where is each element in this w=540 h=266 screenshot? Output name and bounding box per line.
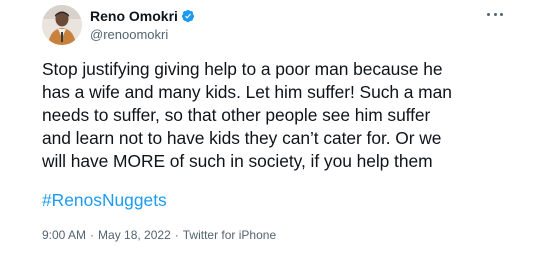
tweet-meta: 9:00 AM · May 18, 2022 · Twitter for iPh…	[42, 227, 276, 243]
avatar[interactable]	[42, 5, 82, 45]
more-dot	[493, 12, 497, 16]
tweet-date[interactable]: May 18, 2022	[98, 227, 171, 243]
meta-separator: ·	[174, 228, 179, 242]
tweet-header: Reno Omokri @renoomokri	[42, 5, 506, 45]
tweet-text: Stop justifying giving help to a poor ma…	[42, 59, 452, 171]
more-dot	[500, 12, 503, 16]
more-dot	[487, 12, 490, 16]
hashtag-link[interactable]: #RenosNuggets	[42, 189, 167, 212]
meta-separator: ·	[90, 228, 95, 242]
tweet-time[interactable]: 9:00 AM	[42, 227, 86, 243]
author-handle[interactable]: @renoomokri	[90, 27, 195, 43]
profile-photo-icon	[42, 5, 82, 45]
name-row: Reno Omokri	[90, 8, 195, 24]
tweet-card: Reno Omokri @renoomokri Stop justifying …	[0, 0, 540, 266]
tweet-source[interactable]: Twitter for iPhone	[183, 227, 276, 243]
author-names: Reno Omokri @renoomokri	[90, 8, 195, 43]
display-name[interactable]: Reno Omokri	[90, 8, 178, 24]
verified-badge-icon	[181, 9, 195, 23]
more-options-icon[interactable]	[484, 7, 506, 21]
